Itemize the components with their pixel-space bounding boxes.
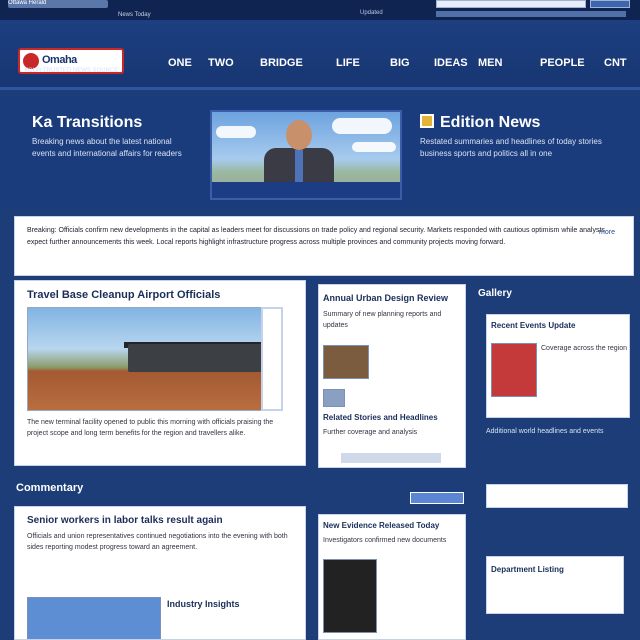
photo-caption-bar	[212, 182, 400, 198]
hero-left-summary: Breaking news about the latest national …	[32, 137, 182, 158]
section2-center-body: Investigators confirmed new documents	[323, 537, 447, 544]
top-brand[interactable]: Ottawa Herald	[8, 0, 108, 8]
feature-photo[interactable]	[27, 307, 283, 411]
hero-right-title[interactable]: Edition News	[440, 114, 540, 132]
ticker-text: Breaking: Officials confirm new developm…	[27, 227, 605, 246]
more-button[interactable]	[410, 492, 464, 504]
nav-item-4[interactable]: LIFE	[336, 57, 360, 69]
hero-right-summary: Restated summaries and headlines of toda…	[420, 137, 602, 158]
sidebar-bottom-title[interactable]: Department Listing	[491, 565, 621, 574]
nav-item-1[interactable]: ONE	[168, 57, 192, 69]
nav-item-5[interactable]: BIG	[390, 57, 410, 69]
feature-side-panel	[261, 307, 283, 411]
section2-label: Commentary	[16, 482, 84, 494]
center-tag	[341, 453, 441, 463]
center-thumb-2[interactable]	[323, 389, 345, 407]
center-card: Annual Urban Design Review Summary of ne…	[318, 284, 466, 468]
section2-book-cover[interactable]	[323, 559, 377, 633]
search-button[interactable]	[590, 0, 630, 8]
section2-photo[interactable]	[27, 597, 161, 639]
hero-photo[interactable]	[210, 110, 402, 200]
center-sub-body: Further coverage and analysis	[323, 429, 418, 436]
sidebar-card-title[interactable]: Recent Events Update	[491, 321, 627, 330]
hero-left-title[interactable]: Ka Transitions	[32, 114, 142, 132]
site-header: Omaha	[0, 20, 640, 90]
nav-item-2[interactable]: TWO	[208, 57, 234, 69]
center-card-title[interactable]: Annual Urban Design Review	[323, 293, 463, 303]
feature-body: The new terminal facility opened to publ…	[27, 419, 274, 437]
section2-title[interactable]: Senior workers in labor talks result aga…	[27, 515, 295, 526]
sidebar-label: Gallery	[478, 288, 512, 299]
center-thumb-1[interactable]	[323, 345, 369, 379]
sidebar-mid-text: Additional world headlines and events	[486, 428, 604, 435]
sidebar-mini-card[interactable]	[486, 484, 628, 508]
sidebar-thumb[interactable]	[491, 343, 537, 397]
sidebar-card-body: Coverage across the region	[541, 345, 627, 352]
ticker-more-link[interactable]: more	[599, 227, 615, 239]
terminal-building	[128, 344, 278, 372]
top-meta: Updated	[360, 10, 383, 16]
sidebar-card: Recent Events Update Coverage across the…	[486, 314, 630, 418]
edition-icon	[420, 114, 434, 128]
nav-item-6[interactable]: IDEAS	[434, 57, 468, 69]
nav-item-9[interactable]: CNT	[604, 57, 627, 69]
top-link[interactable]: News Today	[118, 12, 151, 18]
logo-mark-icon	[23, 53, 39, 69]
center-sub-title[interactable]: Related Stories and Headlines	[323, 413, 463, 422]
section2-card: Senior workers in labor talks result aga…	[14, 506, 306, 640]
sub-search-bar	[436, 11, 626, 17]
section2-img-caption: Industry Insights	[167, 599, 240, 609]
section2-center-card: New Evidence Released Today Investigator…	[318, 514, 466, 640]
sidebar-bottom-card: Department Listing	[486, 556, 624, 614]
nav-item-8[interactable]: PEOPLE	[540, 57, 585, 69]
feature-card: Travel Base Cleanup Airport Officials Th…	[14, 280, 306, 466]
news-ticker: Breaking: Officials confirm new developm…	[14, 216, 634, 276]
search-input[interactable]	[436, 0, 586, 8]
feature-title[interactable]: Travel Base Cleanup Airport Officials	[27, 289, 295, 301]
logo-tagline: YOUR TRUSTED NEWS SOURCE	[24, 68, 119, 74]
nav-item-3[interactable]: BRIDGE	[260, 57, 303, 69]
nav-item-7[interactable]: MEN	[478, 57, 502, 69]
section2-center-title[interactable]: New Evidence Released Today	[323, 521, 463, 530]
top-strip: Ottawa Herald News Today Updated	[0, 0, 640, 20]
section2-body: Officials and union representatives cont…	[27, 533, 288, 551]
logo-name: Omaha	[42, 54, 77, 66]
center-card-body: Summary of new planning reports and upda…	[323, 311, 442, 329]
